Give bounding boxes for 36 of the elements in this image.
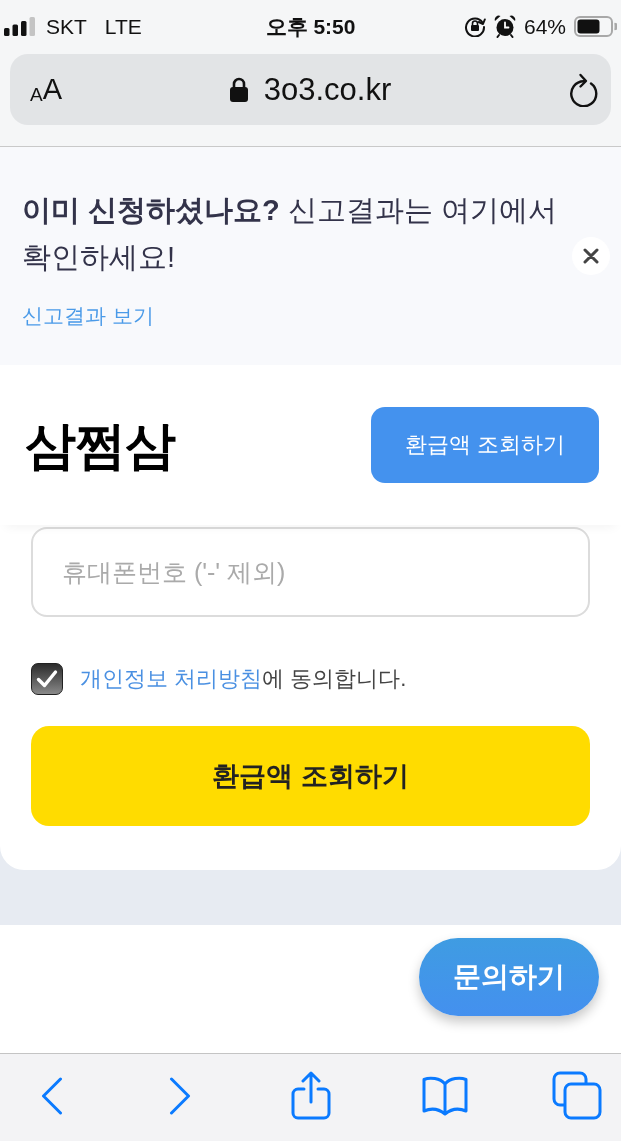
network-type: LTE	[104, 15, 142, 37]
lock-icon	[229, 77, 248, 102]
submit-button[interactable]: 환급액 조회하기	[31, 726, 590, 826]
tabs-button[interactable]	[552, 1071, 602, 1120]
tabs-icon	[552, 1071, 602, 1120]
consent-checkbox[interactable]	[31, 663, 63, 695]
consent-text: 개인정보 처리방침에 동의합니다.	[80, 665, 407, 693]
forward-icon	[169, 1076, 191, 1115]
battery-percent: 64%	[523, 15, 566, 37]
close-icon	[583, 248, 599, 264]
check-icon	[36, 669, 58, 689]
alarm-clock-icon	[493, 14, 516, 38]
result-link[interactable]: 신고결과 보기	[22, 301, 154, 331]
privacy-policy-link[interactable]: 개인정보 처리방침	[80, 666, 263, 691]
signal-icon	[4, 16, 36, 36]
status-time: 오후 5:50	[265, 15, 356, 37]
close-button[interactable]	[572, 237, 610, 275]
logo-text: 삼쩜삼	[25, 419, 175, 471]
carrier-name: SKT	[46, 15, 87, 37]
battery-icon	[574, 15, 617, 37]
back-icon	[41, 1076, 63, 1115]
rotation-lock-icon	[463, 15, 486, 37]
book-icon	[422, 1074, 468, 1117]
reload-icon	[569, 72, 599, 107]
forward-button[interactable]	[169, 1076, 191, 1115]
phone-input-field[interactable]: 휴대폰번호 ('-' 제외)	[31, 527, 590, 617]
notice-title: 이미 신청하셨나요? 신고결과는 여기에서 확인하세요!	[22, 193, 558, 275]
check-refund-button[interactable]: 환급액 조회하기	[371, 407, 599, 483]
bookmarks-button[interactable]	[422, 1074, 468, 1117]
share-icon	[291, 1071, 331, 1120]
text-size-button[interactable]: AA	[30, 75, 63, 104]
inquiry-button[interactable]: 문의하기	[419, 938, 599, 1016]
reload-button[interactable]	[569, 72, 599, 107]
url-text[interactable]: 3o3.co.kr	[263, 74, 392, 105]
share-button[interactable]	[291, 1071, 331, 1120]
back-button[interactable]	[41, 1076, 63, 1115]
